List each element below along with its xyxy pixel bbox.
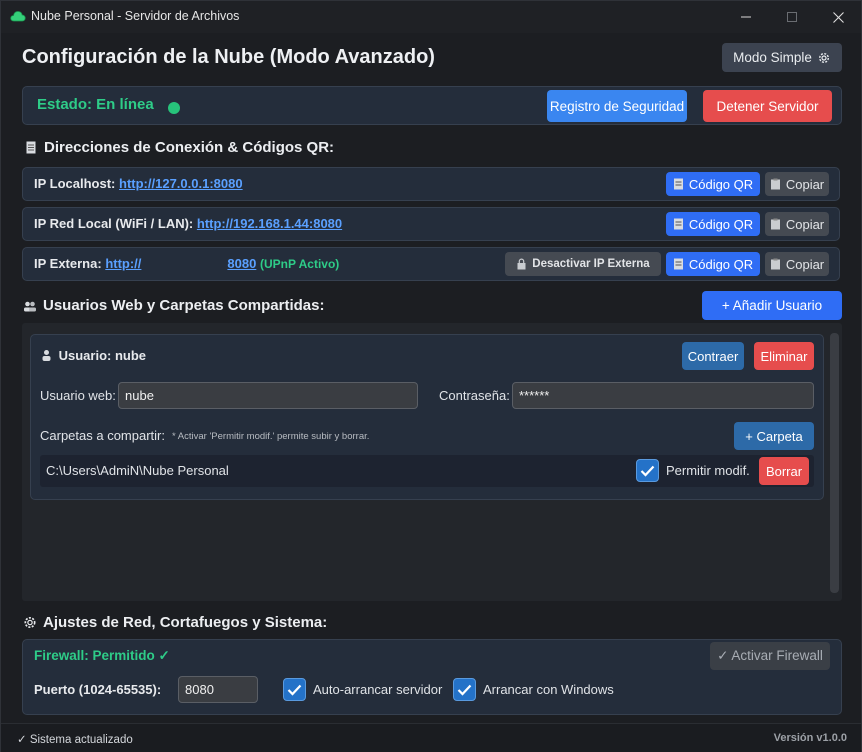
connection-row-label: IP Externa: http:// 8080 (UPnP Activo) <box>34 256 339 271</box>
copy-label: Copiar <box>785 176 825 192</box>
add-user-button[interactable]: + Añadir Usuario <box>702 291 842 320</box>
simple-mode-button[interactable]: Modo Simple <box>722 43 842 72</box>
activate-firewall-button[interactable]: ✓ Activar Firewall <box>710 642 830 670</box>
user-icon <box>42 350 51 361</box>
users-section-title: Usuarios Web y Carpetas Compartidas: <box>23 297 324 314</box>
localhost-url-link[interactable]: http://127.0.0.1:8080 <box>119 176 243 191</box>
user-heading: Usuario: nube <box>41 348 146 363</box>
users-icon <box>23 299 37 313</box>
folder-path: C:\Users\AdmiN\Nube Personal <box>46 463 229 478</box>
app-window: Nube Personal - Servidor de Archivos Con… <box>0 0 862 752</box>
web-user-label: Usuario web: <box>40 388 116 403</box>
security-log-label: Registro de Seguridad <box>549 98 685 114</box>
close-button[interactable] <box>815 1 861 33</box>
allow-modify-checkbox[interactable] <box>636 459 659 482</box>
gear-icon <box>818 52 829 63</box>
qr-label: Código QR <box>688 176 754 192</box>
clipboard-icon <box>770 218 780 230</box>
external-label: IP Externa: <box>34 256 102 271</box>
web-user-field[interactable]: nube <box>118 382 418 409</box>
user-heading-text: Usuario: nube <box>58 348 147 363</box>
add-folder-label: + Carpeta <box>745 428 803 444</box>
folders-note: * Activar 'Permitir modif.' permite subi… <box>172 431 370 442</box>
connection-row-label: IP Red Local (WiFi / LAN): http://192.16… <box>34 216 342 231</box>
external-url-port-link[interactable]: 8080 <box>227 256 256 271</box>
clipboard-icon <box>770 178 780 190</box>
disable-external-label: Desactivar IP Externa <box>532 258 650 270</box>
status-indicator-dot <box>168 102 180 114</box>
connections-section-title: Direcciones de Conexión & Códigos QR: <box>24 139 334 156</box>
maximize-button[interactable] <box>769 1 815 33</box>
maximize-icon <box>787 12 797 22</box>
users-title-text: Usuarios Web y Carpetas Compartidas: <box>43 297 325 314</box>
page-title: Configuración de la Nube (Modo Avanzado) <box>22 46 435 68</box>
checkmark-icon <box>640 465 655 477</box>
qr-label: Código QR <box>688 256 754 272</box>
auto-start-label: Auto-arrancar servidor <box>313 682 443 697</box>
network-title-text: Ajustes de Red, Cortafuegos y Sistema: <box>43 614 328 631</box>
add-folder-button[interactable]: + Carpeta <box>734 422 814 450</box>
password-field[interactable]: ****** <box>512 382 814 409</box>
window-title: Nube Personal - Servidor de Archivos <box>31 9 240 23</box>
server-status: Estado: En línea <box>37 96 154 113</box>
add-user-label: + Añadir Usuario <box>721 298 823 313</box>
title-bar: Nube Personal - Servidor de Archivos <box>1 1 861 33</box>
external-copy-button[interactable]: Copiar <box>765 252 829 276</box>
clipboard-icon <box>770 258 780 270</box>
lan-url-link[interactable]: http://192.168.1.44:8080 <box>197 216 342 231</box>
lan-label: IP Red Local (WiFi / LAN): <box>34 216 194 231</box>
stop-server-button[interactable]: Detener Servidor <box>703 90 832 122</box>
version-label: Versión v1.0.0 <box>773 732 847 744</box>
copy-label: Copiar <box>785 256 825 272</box>
external-url-link[interactable]: http:// <box>105 256 141 271</box>
connection-row-label: IP Localhost: http://127.0.0.1:8080 <box>34 176 243 191</box>
network-section-title: Ajustes de Red, Cortafuegos y Sistema: <box>23 614 327 631</box>
remove-folder-label: Borrar <box>765 463 803 479</box>
connections-title-text: Direcciones de Conexión & Códigos QR: <box>44 139 335 156</box>
remove-folder-button[interactable]: Borrar <box>759 457 809 485</box>
auto-start-checkbox[interactable] <box>283 678 306 701</box>
document-icon <box>673 258 683 270</box>
simple-mode-label: Modo Simple <box>733 50 812 65</box>
document-icon <box>673 218 683 230</box>
disable-external-ip-button[interactable]: Desactivar IP Externa <box>505 252 661 276</box>
checkmark-icon <box>457 684 472 696</box>
stop-server-label: Detener Servidor <box>716 98 819 114</box>
checkmark-icon <box>287 684 302 696</box>
external-qr-button[interactable]: Código QR <box>666 252 760 276</box>
status-bar: ✓ Sistema actualizado Versión v1.0.0 <box>1 723 861 752</box>
lan-qr-button[interactable]: Código QR <box>666 212 760 236</box>
qr-label: Código QR <box>688 216 754 232</box>
windows-start-label: Arrancar con Windows <box>483 682 614 697</box>
gear-icon <box>23 616 37 630</box>
cloud-app-icon <box>10 11 26 22</box>
localhost-label: IP Localhost: <box>34 176 116 191</box>
activate-firewall-label: ✓ Activar Firewall <box>717 648 823 663</box>
localhost-copy-button[interactable]: Copiar <box>765 172 829 196</box>
lan-copy-button[interactable]: Copiar <box>765 212 829 236</box>
copy-label: Copiar <box>785 216 825 232</box>
document-icon <box>673 178 683 190</box>
delete-user-button[interactable]: Eliminar <box>754 342 814 370</box>
collapse-user-button[interactable]: Contraer <box>682 342 744 370</box>
localhost-qr-button[interactable]: Código QR <box>666 172 760 196</box>
firewall-status: Firewall: Permitido ✓ <box>34 648 170 663</box>
close-icon <box>832 11 844 23</box>
footer-status: ✓ Sistema actualizado <box>17 734 133 746</box>
windows-start-checkbox[interactable] <box>453 678 476 701</box>
allow-modify-label: Permitir modif. <box>666 463 750 478</box>
users-scrollbar[interactable] <box>830 333 839 593</box>
security-log-button[interactable]: Registro de Seguridad <box>547 90 687 122</box>
port-field[interactable]: 8080 <box>178 676 258 703</box>
minimize-icon <box>741 16 751 18</box>
port-label: Puerto (1024-65535): <box>34 682 162 697</box>
lock-icon <box>517 258 526 270</box>
folders-label: Carpetas a compartir: <box>40 428 165 443</box>
document-icon <box>24 141 38 155</box>
upnp-status: (UPnP Activo) <box>259 257 340 271</box>
delete-label: Eliminar <box>760 348 808 364</box>
password-label: Contraseña: <box>439 388 510 403</box>
minimize-button[interactable] <box>723 1 769 33</box>
collapse-label: Contraer <box>687 348 739 364</box>
